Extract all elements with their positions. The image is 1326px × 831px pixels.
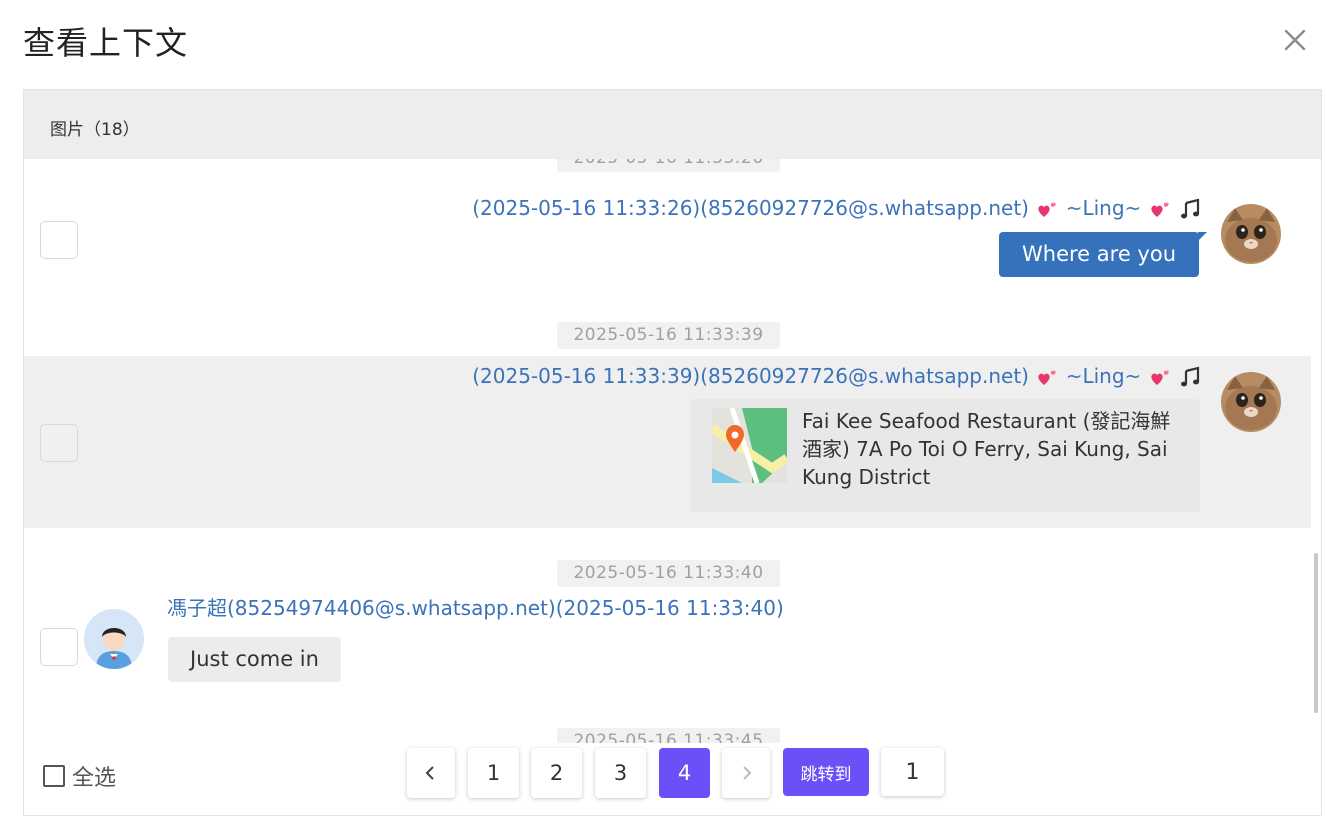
jump-page-input[interactable] <box>881 748 944 796</box>
scrollbar-thumb[interactable] <box>1314 553 1318 713</box>
time-divider: 2025-05-16 11:33:40 <box>557 560 780 587</box>
chevron-right-icon <box>743 766 752 780</box>
time-divider: 2025-05-16 11:33:45 <box>557 728 780 743</box>
music-notes-icon <box>1181 366 1200 386</box>
chat-scroll-area[interactable]: 2025-05-16 11:33:26 (2025-05-16 11:33:26… <box>24 159 1321 743</box>
music-notes-icon <box>1181 198 1200 218</box>
person-avatar[interactable] <box>84 609 144 669</box>
jump-to-page-button[interactable]: 跳转到 <box>783 748 869 796</box>
sender-nickname: ~Ling~ <box>1065 364 1142 388</box>
chevron-left-icon <box>425 766 434 780</box>
message-sender: (2025-05-16 11:33:39)(85260927726@s.what… <box>472 364 1202 390</box>
panel-header: 图片（18） <box>24 90 1321 159</box>
location-message-bubble[interactable]: Fai Kee Seafood Restaurant (發記海鮮酒家) 7A P… <box>690 399 1200 512</box>
message-sender: 馮子超(85254974406@s.whatsapp.net)(2025-05-… <box>167 596 784 620</box>
sender-nickname: ~Ling~ <box>1065 196 1142 220</box>
heart-emoji-icon <box>1151 202 1169 217</box>
map-thumbnail-icon <box>712 408 787 483</box>
message-checkbox[interactable] <box>40 628 78 666</box>
prev-page-button[interactable] <box>407 748 455 798</box>
context-dialog: 查看上下文 图片（18） 2025-05-16 11:33:26 (2025-0… <box>0 0 1326 831</box>
heart-emoji-icon <box>1151 370 1169 385</box>
sender-id: (2025-05-16 11:33:39)(85260927726@s.what… <box>472 364 1029 388</box>
next-page-button[interactable] <box>722 748 770 798</box>
heart-emoji-icon <box>1038 370 1057 385</box>
dialog-title: 查看上下文 <box>23 24 189 62</box>
select-all-label: 全选 <box>72 766 117 791</box>
message-checkbox[interactable] <box>40 221 78 259</box>
message-bubble-text[interactable]: Where are you <box>999 232 1207 277</box>
page-button-4-current[interactable]: 4 <box>659 748 710 798</box>
cat-avatar[interactable] <box>1221 204 1281 264</box>
page-button-1[interactable]: 1 <box>468 748 519 798</box>
close-icon[interactable] <box>1279 24 1311 56</box>
context-panel: 图片（18） 2025-05-16 11:33:26 (2025-05-16 1… <box>23 89 1322 816</box>
time-divider: 2025-05-16 11:33:26 <box>557 159 780 172</box>
cat-avatar[interactable] <box>1221 372 1281 432</box>
message-checkbox[interactable] <box>40 424 78 462</box>
page-button-3[interactable]: 3 <box>595 748 646 798</box>
message-bubble-text[interactable]: Just come in <box>168 637 341 682</box>
time-divider: 2025-05-16 11:33:39 <box>557 322 780 349</box>
pagination-footer: 全选 1 2 3 4 跳转到 <box>24 743 1321 815</box>
page-button-2[interactable]: 2 <box>531 748 582 798</box>
message-sender: (2025-05-16 11:33:26)(85260927726@s.what… <box>472 196 1202 222</box>
select-all-checkbox[interactable]: 全选 <box>43 760 116 792</box>
heart-emoji-icon <box>1038 202 1057 217</box>
location-text: Fai Kee Seafood Restaurant (發記海鮮酒家) 7A P… <box>802 409 1171 489</box>
sender-id: (2025-05-16 11:33:26)(85260927726@s.what… <box>472 196 1029 220</box>
checkbox-icon <box>43 765 65 787</box>
